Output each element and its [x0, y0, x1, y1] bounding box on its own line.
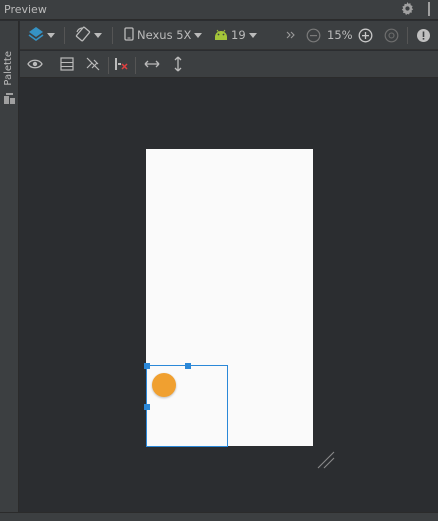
- zoom-fit-icon[interactable]: [384, 21, 399, 49]
- floating-action-button[interactable]: [152, 373, 176, 397]
- eye-icon[interactable]: [27, 51, 43, 77]
- phone-icon: [124, 26, 134, 44]
- expand-horizontal-icon[interactable]: [144, 51, 160, 77]
- zoom-in-icon[interactable]: [358, 21, 373, 49]
- window-title: Preview: [4, 3, 47, 16]
- toolbar-separator: [112, 27, 113, 44]
- warning-icon[interactable]: [416, 21, 431, 49]
- expand-vertical-icon[interactable]: [173, 51, 183, 77]
- device-name: Nexus 5X: [137, 28, 192, 42]
- chevron-down-icon: [94, 28, 102, 42]
- chevron-down-icon: [194, 28, 203, 42]
- toolbar-separator: [108, 57, 109, 74]
- palette-icon[interactable]: [4, 93, 15, 107]
- bottom-bar: [0, 512, 438, 521]
- device-dropdown[interactable]: Nexus 5X: [124, 21, 203, 49]
- chevron-down-icon: [47, 28, 55, 42]
- chevron-down-icon: [248, 28, 257, 42]
- resize-handle-top-left[interactable]: [144, 363, 150, 369]
- clear-constraints-icon[interactable]: [114, 51, 128, 77]
- android-icon: [214, 28, 228, 43]
- resize-handle-top[interactable]: [185, 363, 191, 369]
- blueprint-icon[interactable]: [60, 51, 74, 77]
- orientation-dropdown[interactable]: [75, 21, 102, 49]
- toolbar-separator: [407, 27, 408, 44]
- zoom-out-icon[interactable]: [306, 21, 321, 49]
- design-toolbar: Nexus 5X 19 15%: [20, 21, 438, 50]
- layers-dropdown[interactable]: [28, 21, 55, 49]
- device-screen[interactable]: [144, 149, 313, 447]
- palette-tab[interactable]: Palette: [3, 51, 14, 86]
- gear-icon[interactable]: [401, 2, 414, 18]
- toolbar-separator: [135, 57, 136, 74]
- zoom-level: 15%: [327, 28, 353, 42]
- gear-icon[interactable]: [396, 515, 406, 521]
- layout-toolbar: [20, 51, 438, 78]
- palette-strip: Palette: [0, 21, 19, 521]
- selected-view[interactable]: [144, 363, 228, 447]
- pin-icon[interactable]: [424, 1, 434, 19]
- design-canvas[interactable]: [20, 78, 438, 512]
- toolbar-separator: [64, 27, 65, 44]
- api-level: 19: [231, 28, 246, 42]
- preview-title-bar: Preview: [0, 0, 438, 20]
- canvas-resize-icon[interactable]: [317, 451, 335, 472]
- resize-handle-left[interactable]: [144, 404, 150, 410]
- api-level-dropdown[interactable]: 19: [214, 21, 257, 49]
- constraints-icon[interactable]: [85, 51, 101, 77]
- rotate-icon: [75, 26, 91, 45]
- more-chevrons-icon[interactable]: [286, 21, 296, 49]
- layers-icon: [28, 26, 44, 45]
